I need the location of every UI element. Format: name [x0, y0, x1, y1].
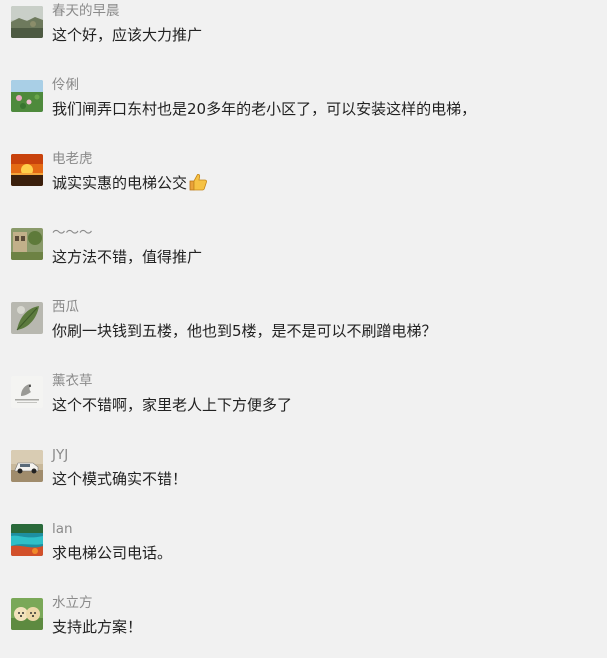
landscape-avatar-icon[interactable] [11, 6, 43, 38]
comment-text-content: 诚实实惠的电梯公交 [52, 174, 188, 192]
comment-item: JYJ 这个模式确实不错！ [0, 447, 607, 510]
comment-text: 这个不错啊，家里老人上下方便多了 [52, 396, 293, 414]
lotus-pond-avatar-icon[interactable] [11, 80, 43, 112]
thumbs-up-icon [188, 172, 208, 199]
comment-text: 诚实实惠的电梯公交 [52, 171, 208, 199]
comment-text: 这个模式确实不错！ [52, 470, 188, 488]
colorful-lake-avatar-icon[interactable] [11, 524, 43, 556]
comment-item: 伶俐 我们闸弄口东村也是20多年的老小区了，可以安装这样的电梯， [0, 77, 607, 140]
comment-text: 求电梯公司电话。 [52, 544, 173, 562]
nickname[interactable]: 春天的早晨 [52, 1, 120, 21]
nickname[interactable]: lan [52, 519, 73, 539]
nickname[interactable]: 电老虎 [52, 149, 93, 169]
bird-sketch-avatar-icon[interactable] [11, 376, 43, 408]
leaf-avatar-icon[interactable] [11, 302, 43, 334]
comment-text: 我们闸弄口东村也是20多年的老小区了，可以安装这样的电梯， [52, 100, 477, 118]
puppies-avatar-icon[interactable] [11, 598, 43, 630]
comment-text: 你刷一块钱到五楼，他也到5楼，是不是可以不刷蹭电梯？ [52, 322, 437, 340]
comment-item: 水立方 支持此方案！ [0, 595, 607, 658]
garden-avatar-icon[interactable] [11, 228, 43, 260]
nickname[interactable]: ～～～ [52, 223, 93, 243]
comment-text: 这方法不错，值得推广 [52, 248, 203, 266]
nickname[interactable]: 薰衣草 [52, 371, 93, 391]
car-avatar-icon[interactable] [11, 450, 43, 482]
nickname[interactable]: 伶俐 [52, 75, 79, 95]
nickname[interactable]: 水立方 [52, 593, 93, 613]
sunset-avatar-icon[interactable] [11, 154, 43, 186]
nickname[interactable]: JYJ [52, 445, 68, 465]
comment-item: lan 求电梯公司电话。 [0, 521, 607, 584]
comment-item: 春天的早晨 这个好，应该大力推广 [0, 3, 607, 66]
comment-text: 支持此方案！ [52, 618, 143, 636]
comment-text: 这个好，应该大力推广 [52, 26, 203, 44]
comment-item: 西瓜 你刷一块钱到五楼，他也到5楼，是不是可以不刷蹭电梯？ [0, 299, 607, 362]
comment-item: ～～～ 这方法不错，值得推广 [0, 225, 607, 288]
nickname[interactable]: 西瓜 [52, 297, 79, 317]
comment-item: 电老虎 诚实实惠的电梯公交 [0, 151, 607, 214]
comment-item: 薰衣草 这个不错啊，家里老人上下方便多了 [0, 373, 607, 436]
